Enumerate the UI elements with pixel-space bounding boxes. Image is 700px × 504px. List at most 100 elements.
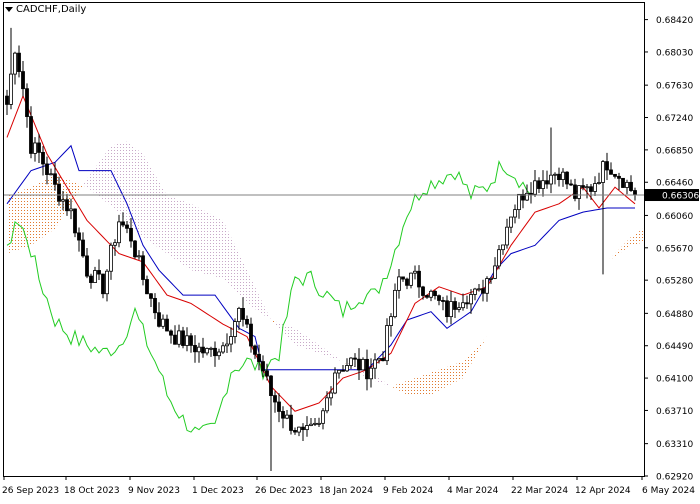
cloud-segment [451, 364, 455, 385]
candle-body [457, 307, 461, 310]
candle-body [269, 375, 273, 396]
y-tick-label: 0.64880 [656, 310, 693, 320]
candle-body [485, 278, 489, 294]
candle-body [61, 199, 65, 202]
y-tick-label: 0.68030 [656, 48, 693, 58]
candle-body [45, 163, 49, 175]
current-price-label: 0.66306 [662, 192, 699, 202]
candle-body [385, 325, 389, 362]
candle-body [441, 300, 445, 302]
cloud-segment [175, 198, 179, 262]
candle-body [145, 279, 149, 295]
triangle-down-icon[interactable] [5, 7, 13, 12]
candle-body [629, 181, 633, 191]
x-tick-label: 22 Mar 2024 [511, 486, 568, 496]
candle-body [249, 323, 253, 347]
cloud-segment [147, 160, 151, 243]
cloud-segment [219, 218, 223, 279]
candle-body [321, 410, 325, 424]
cloud-segment [427, 372, 431, 395]
cloud-segment [187, 202, 191, 271]
candle-body [597, 182, 601, 184]
candle-body [565, 171, 569, 185]
candle-body [489, 277, 493, 280]
candle-body [537, 180, 541, 189]
cloud-segment [223, 220, 227, 283]
candle-body [517, 193, 521, 211]
cloud-segment [151, 167, 155, 246]
y-tick-label: 0.65280 [656, 277, 693, 287]
candle-body [65, 199, 69, 212]
candle-body [357, 358, 361, 371]
x-tick-label: 26 Sep 2023 [2, 486, 59, 496]
x-tick-label: 12 Apr 2024 [575, 486, 631, 496]
candle-body [33, 142, 37, 154]
candle-body [349, 357, 353, 366]
candle-body [233, 321, 237, 337]
candle-body [261, 361, 265, 372]
candle-body [589, 186, 593, 192]
candle-body [381, 358, 385, 362]
cloud-segment [423, 373, 427, 395]
candle-body [257, 353, 261, 362]
candle-body [201, 346, 205, 354]
candle-body [529, 192, 533, 195]
candle-body [129, 227, 133, 242]
candle-body [77, 232, 81, 241]
candle-body [13, 52, 17, 75]
cloud-segment [439, 368, 443, 391]
candle-body [369, 367, 373, 380]
cloud-segment [159, 181, 163, 251]
cloud-segment [455, 362, 459, 383]
x-tick-label: 18 Jan 2024 [319, 486, 373, 496]
cloud-segment [403, 380, 407, 395]
candle-body [173, 334, 177, 345]
y-tick-label: 0.64490 [656, 342, 693, 352]
candle-body [409, 272, 413, 286]
cloud-segment [171, 196, 175, 260]
y-tick-label: 0.65670 [656, 244, 693, 254]
candle-body [625, 181, 629, 188]
cloud-segment [211, 214, 215, 277]
cloud-segment [643, 225, 644, 243]
candle-body [73, 208, 77, 234]
candle-body [481, 288, 485, 294]
candle-body [69, 208, 73, 212]
candle-body [161, 318, 165, 327]
chart-area: 0.68420 0.68030 0.67630 0.67240 0.66850 0.664… [0, 0, 700, 500]
symbol-label: CADCHF,Daily [16, 4, 87, 15]
candle-body [105, 270, 109, 295]
candle-body [353, 357, 357, 360]
candle-body [101, 273, 105, 295]
cloud-segment [115, 143, 119, 213]
cloud-segment [139, 150, 143, 238]
cloud-segment [443, 367, 447, 389]
candle-body [137, 255, 141, 258]
candle-body [133, 240, 137, 258]
candle-body [421, 286, 425, 296]
candle-body [613, 173, 617, 177]
candle-body [465, 302, 469, 305]
candle-body [205, 348, 209, 354]
candle-body [445, 300, 449, 318]
candle-body [81, 239, 85, 257]
cloud-segment [179, 199, 183, 265]
candle-body [153, 297, 157, 314]
candle-body [113, 242, 117, 246]
candle-body [121, 221, 125, 226]
candle-body [549, 174, 553, 185]
y-tick-label: 0.66060 [656, 212, 693, 222]
candle-body [505, 226, 509, 246]
candle-body [601, 161, 605, 183]
candle-body [569, 183, 573, 186]
ichimoku-chart: 0.68420 0.68030 0.67630 0.67240 0.66850 0.664… [0, 0, 700, 500]
candle-body [141, 255, 145, 280]
cloud-segment [35, 183, 39, 243]
candle-body [557, 173, 561, 180]
cloud-segment [167, 195, 171, 257]
candle-body [609, 169, 613, 175]
candle-body [605, 161, 609, 171]
chart-header[interactable]: CADCHF,Daily [5, 4, 86, 15]
candle-body [405, 278, 409, 286]
cloud-segment [227, 228, 231, 287]
